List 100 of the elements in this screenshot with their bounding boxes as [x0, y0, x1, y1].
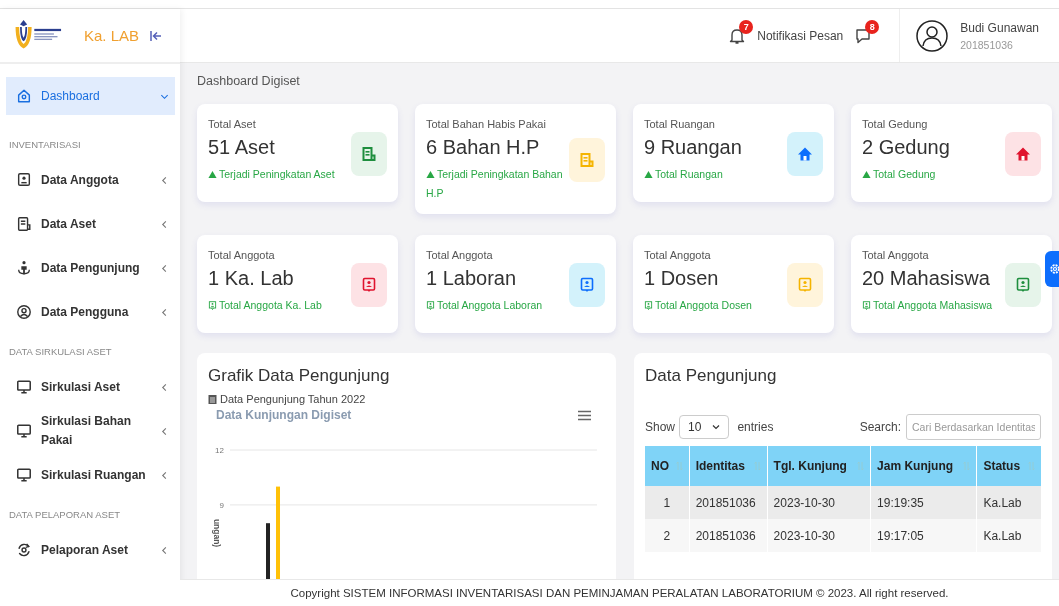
message-label: Notifikasi Pesan: [757, 28, 844, 43]
monitor-icon: [16, 423, 32, 439]
panel-title: Data Pengunjung: [645, 366, 778, 386]
brand-title: Ka. LAB: [84, 27, 140, 44]
card-title: Total Aset: [208, 118, 257, 130]
table-cell: Ka.Lab: [976, 519, 1042, 552]
card-title: Total Anggota: [644, 249, 712, 261]
chevron-left-icon: [160, 382, 169, 392]
sidebar-item[interactable]: Sirkulasi Bahan Pakai: [6, 409, 175, 453]
menu-icon[interactable]: [578, 409, 591, 421]
card-value: 2 Gedung: [862, 136, 951, 159]
column-header[interactable]: Identitas: [689, 446, 768, 486]
chat-icon[interactable]: [855, 26, 872, 45]
y-axis-label: ungan): [212, 518, 222, 548]
table-cell: 201851036: [689, 519, 768, 552]
sort-icon: [753, 461, 761, 471]
user-icon: [16, 304, 32, 320]
card-title: Total Anggota: [862, 249, 930, 261]
user-id: 201851036: [960, 38, 1014, 51]
collapse-icon[interactable]: [149, 28, 164, 43]
monitor-icon: [16, 379, 32, 395]
sidebar-item[interactable]: Data Aset: [6, 202, 175, 246]
calendar-icon: [208, 394, 217, 404]
card-title: Total Anggota: [208, 249, 276, 261]
sidebar-item[interactable]: Dashboard: [6, 77, 175, 115]
card-value: 9 Ruangan: [644, 136, 743, 159]
up-triangle-icon: [208, 170, 217, 179]
sidebar-item[interactable]: Pelaporan Aset: [6, 528, 175, 572]
card-note: Total Gedung: [862, 165, 1005, 184]
card-note: Total Anggota Dosen: [644, 296, 787, 315]
card-value: 51 Aset: [208, 136, 276, 159]
card-value: 6 Bahan H.P: [426, 136, 541, 159]
card-note: Total Anggota Laboran: [426, 296, 569, 315]
caret-icon: [712, 424, 721, 430]
avatar-icon[interactable]: [916, 19, 949, 52]
card-note: Total Anggota Ka. Lab: [208, 296, 351, 315]
sidebar-item[interactable]: Sirkulasi Ruangan: [6, 453, 175, 497]
id-card-icon: [208, 301, 217, 310]
sidebar-item[interactable]: Data Pengunjung: [6, 246, 175, 290]
chevron-left-icon: [160, 470, 169, 480]
settings-icon: [1049, 263, 1059, 275]
table-cell: 19:19:35: [870, 486, 977, 519]
notification-badge: 7: [739, 19, 754, 34]
person-icon: [16, 260, 32, 276]
entries-select[interactable]: 10: [679, 415, 730, 439]
show-label: Show: [645, 420, 676, 434]
panel-title: Grafik Data Pengunjung: [208, 366, 391, 386]
chevron-left-icon: [160, 545, 169, 555]
card-value: 1 Laboran: [426, 267, 518, 290]
card-note: Total Ruangan: [644, 165, 787, 184]
table-cell: 201851036: [689, 486, 768, 519]
user-name: Budi Gunawan: [960, 20, 1039, 35]
id-card-icon: [644, 301, 653, 310]
panel-subtitle: Data Pengunjung Tahun 2022: [220, 393, 366, 405]
chevron-left-icon: [160, 175, 169, 185]
sidebar-item[interactable]: Sirkulasi Aset: [6, 365, 175, 409]
breadcrumb: Dashboard Digiset: [197, 74, 301, 88]
id-card-icon: [862, 301, 871, 310]
card-note: Terjadi Peningkatan Bahan H.P: [426, 167, 564, 201]
card-value: 20 Mahasiswa: [862, 267, 991, 290]
refresh-icon: [16, 542, 32, 558]
id-card-icon: [16, 172, 32, 188]
table-cell: 19:17:05: [870, 519, 977, 552]
y-tick-label: 12: [215, 446, 224, 455]
card-title: Total Bahan Habis Pakai: [426, 118, 547, 130]
entries-label: entries: [737, 420, 774, 434]
chevron-left-icon: [160, 307, 169, 317]
monitor-icon: [16, 467, 32, 483]
column-header[interactable]: Jam Kunjung: [870, 446, 977, 486]
card-value: 1 Dosen: [644, 267, 720, 290]
column-header[interactable]: Status: [976, 446, 1042, 486]
sidebar-item[interactable]: Data Pengguna: [6, 290, 175, 334]
table-cell: 2023-10-30: [767, 486, 871, 519]
chevron-left-icon: [160, 426, 169, 436]
column-header[interactable]: NO: [645, 446, 690, 486]
y-tick-label: 9: [219, 500, 224, 510]
chart-title: Data Kunjungan Digiset: [216, 408, 352, 422]
search-label: Search:: [859, 420, 901, 434]
table-cell: 2023-10-30: [767, 519, 871, 552]
sort-icon: [1028, 461, 1035, 471]
table-cell: 1: [645, 486, 690, 519]
card-title: Total Ruangan: [644, 118, 716, 130]
card-value: 1 Ka. Lab: [208, 267, 295, 290]
column-header[interactable]: Tgl. Kunjung: [767, 446, 871, 486]
table-cell: 2: [645, 519, 690, 552]
home-icon: [16, 88, 32, 104]
up-triangle-icon: [426, 170, 435, 179]
sort-icon: [675, 461, 683, 471]
sort-icon: [857, 461, 865, 471]
document-icon: [16, 216, 32, 232]
up-triangle-icon: [644, 170, 653, 179]
message-badge: 8: [865, 19, 880, 34]
sort-icon: [963, 461, 971, 471]
section-heading: DATA PELAPORAN ASET: [8, 508, 122, 522]
footer-text: Copyright SISTEM INFORMASI INVENTARISASI DAN PEMINJAMAN PERALATAN LABORATORIUM © 2023. All right reserved.: [180, 579, 1059, 606]
card-note: Total Anggota Mahasiswa: [862, 296, 1005, 315]
section-heading: DATA SIRKULASI ASET: [8, 345, 113, 359]
search-field[interactable]: Cari Berdasarkan Identitas: [906, 414, 1041, 440]
sidebar-item[interactable]: Data Anggota: [6, 158, 175, 202]
bell-icon[interactable]: [729, 26, 746, 45]
